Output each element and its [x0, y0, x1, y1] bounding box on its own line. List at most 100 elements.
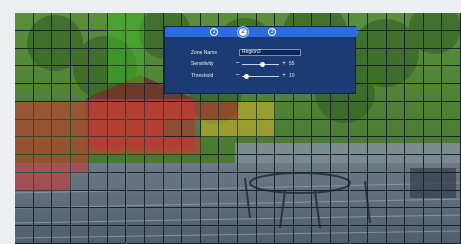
- grid-cell[interactable]: [386, 66, 406, 85]
- grid-cell[interactable]: [405, 155, 424, 173]
- grid-cell[interactable]: [107, 137, 127, 156]
- grid-cell[interactable]: [275, 190, 294, 209]
- grid-cell[interactable]: [70, 155, 90, 173]
- grid-cell[interactable]: [15, 226, 34, 244]
- grid-cell[interactable]: [275, 101, 294, 120]
- grid-cell[interactable]: [163, 226, 183, 244]
- grid-cell[interactable]: [145, 30, 164, 49]
- grid-cell[interactable]: [145, 226, 164, 244]
- grid-cell[interactable]: [126, 66, 146, 85]
- grid-cell[interactable]: [145, 84, 164, 102]
- grid-cell[interactable]: [182, 101, 201, 120]
- grid-cell[interactable]: [219, 155, 238, 173]
- grid-cell[interactable]: [182, 208, 201, 227]
- grid-cell[interactable]: [70, 48, 90, 67]
- grid-cell[interactable]: [423, 155, 443, 173]
- grid-cell[interactable]: [15, 119, 34, 138]
- grid-cell[interactable]: [275, 208, 294, 227]
- grid-cell[interactable]: [386, 137, 406, 156]
- grid-cell[interactable]: [368, 155, 387, 173]
- grid-cell[interactable]: [423, 101, 443, 120]
- grid-cell[interactable]: [442, 226, 461, 244]
- grid-cell[interactable]: [33, 137, 53, 156]
- grid-cell[interactable]: [15, 66, 34, 85]
- grid-cell[interactable]: [70, 190, 90, 209]
- grid-cell[interactable]: [442, 13, 461, 31]
- grid-cell[interactable]: [256, 172, 276, 191]
- grid-cell[interactable]: [219, 101, 238, 120]
- grid-cell[interactable]: [423, 208, 443, 227]
- grid-cell[interactable]: [293, 190, 313, 209]
- grid-cell[interactable]: [89, 119, 108, 138]
- grid-cell[interactable]: [386, 13, 406, 31]
- grid-cell[interactable]: [312, 226, 331, 244]
- grid-cell[interactable]: [200, 119, 220, 138]
- grid-cell[interactable]: [423, 48, 443, 67]
- grid-cell[interactable]: [33, 119, 53, 138]
- grid-cell[interactable]: [33, 172, 53, 191]
- grid-cell[interactable]: [145, 119, 164, 138]
- grid-cell[interactable]: [15, 208, 34, 227]
- grid-cell[interactable]: [275, 155, 294, 173]
- grid-cell[interactable]: [256, 226, 276, 244]
- grid-cell[interactable]: [293, 226, 313, 244]
- grid-cell[interactable]: [330, 101, 350, 120]
- grid-cell[interactable]: [386, 172, 406, 191]
- grid-cell[interactable]: [442, 208, 461, 227]
- grid-cell[interactable]: [107, 155, 127, 173]
- grid-cell[interactable]: [442, 66, 461, 85]
- grid-cell[interactable]: [145, 137, 164, 156]
- grid-cell[interactable]: [386, 48, 406, 67]
- grid-cell[interactable]: [256, 155, 276, 173]
- grid-cell[interactable]: [256, 208, 276, 227]
- grid-cell[interactable]: [70, 66, 90, 85]
- grid-cell[interactable]: [368, 101, 387, 120]
- grid-cell[interactable]: [442, 137, 461, 156]
- grid-cell[interactable]: [182, 137, 201, 156]
- grid-cell[interactable]: [293, 208, 313, 227]
- grid-cell[interactable]: [368, 84, 387, 102]
- grid-cell[interactable]: [15, 101, 34, 120]
- grid-cell[interactable]: [52, 190, 71, 209]
- grid-cell[interactable]: [33, 13, 53, 31]
- grid-cell[interactable]: [89, 208, 108, 227]
- grid-cell[interactable]: [219, 119, 238, 138]
- grid-cell[interactable]: [52, 48, 71, 67]
- grid-cell[interactable]: [15, 190, 34, 209]
- grid-cell[interactable]: [163, 137, 183, 156]
- grid-cell[interactable]: [107, 119, 127, 138]
- sensitivity-decrease-button[interactable]: −: [235, 60, 240, 67]
- grid-cell[interactable]: [442, 101, 461, 120]
- grid-cell[interactable]: [33, 30, 53, 49]
- grid-cell[interactable]: [442, 84, 461, 102]
- grid-cell[interactable]: [52, 66, 71, 85]
- grid-cell[interactable]: [107, 66, 127, 85]
- grid-cell[interactable]: [405, 190, 424, 209]
- grid-cell[interactable]: [368, 172, 387, 191]
- grid-cell[interactable]: [275, 137, 294, 156]
- grid-cell[interactable]: [349, 119, 369, 138]
- grid-cell[interactable]: [330, 226, 350, 244]
- grid-cell[interactable]: [293, 172, 313, 191]
- grid-cell[interactable]: [89, 84, 108, 102]
- grid-cell[interactable]: [368, 190, 387, 209]
- grid-cell[interactable]: [386, 84, 406, 102]
- grid-cell[interactable]: [312, 208, 331, 227]
- grid-cell[interactable]: [163, 101, 183, 120]
- grid-cell[interactable]: [312, 155, 331, 173]
- grid-cell[interactable]: [312, 119, 331, 138]
- grid-cell[interactable]: [200, 101, 220, 120]
- grid-cell[interactable]: [330, 137, 350, 156]
- grid-cell[interactable]: [15, 13, 34, 31]
- grid-cell[interactable]: [52, 137, 71, 156]
- grid-cell[interactable]: [89, 30, 108, 49]
- grid-cell[interactable]: [238, 137, 257, 156]
- grid-cell[interactable]: [200, 208, 220, 227]
- grid-cell[interactable]: [368, 119, 387, 138]
- grid-cell[interactable]: [70, 30, 90, 49]
- grid-cell[interactable]: [330, 155, 350, 173]
- grid-cell[interactable]: [70, 137, 90, 156]
- grid-cell[interactable]: [442, 190, 461, 209]
- grid-cell[interactable]: [145, 155, 164, 173]
- grid-cell[interactable]: [89, 226, 108, 244]
